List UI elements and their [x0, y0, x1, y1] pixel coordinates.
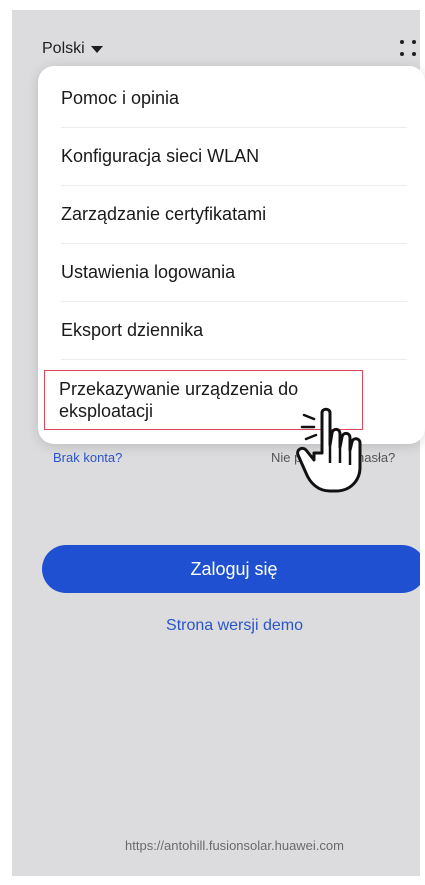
- menu-item-certificate-management[interactable]: Zarządzanie certyfikatami: [61, 186, 407, 244]
- menu-item-label-line2: eksploatacji: [59, 401, 154, 421]
- menu-item-label: Zarządzanie certyfikatami: [61, 204, 267, 224]
- popup-menu: Pomoc i opinia Konfiguracja sieci WLAN Z…: [38, 66, 425, 444]
- login-button[interactable]: Zaloguj się: [42, 545, 420, 593]
- dot: [412, 40, 416, 44]
- menu-item-wlan-config[interactable]: Konfiguracja sieci WLAN: [61, 128, 407, 186]
- menu-item-log-export[interactable]: Eksport dziennika: [61, 302, 407, 360]
- more-menu-icon[interactable]: [400, 40, 420, 62]
- dot: [400, 40, 404, 44]
- menu-item-login-settings[interactable]: Ustawienia logowania: [61, 244, 407, 302]
- menu-item-label: Eksport dziennika: [61, 320, 204, 340]
- menu-item-label: Pomoc i opinia: [61, 88, 180, 108]
- dot: [412, 52, 416, 56]
- menu-item-label-line1: Przekazywanie urządzenia do: [59, 379, 299, 399]
- demo-link[interactable]: Strona wersji demo: [12, 617, 420, 635]
- language-label: Polski: [42, 40, 85, 57]
- server-url: https://antohill.fusionsolar.huawei.com: [125, 838, 344, 853]
- menu-item-label: Ustawienia logowania: [61, 262, 236, 282]
- menu-item-help-feedback[interactable]: Pomoc i opinia: [61, 70, 407, 128]
- caret-down-icon: [90, 45, 103, 53]
- menu-item-label: Konfiguracja sieci WLAN: [61, 146, 260, 166]
- language-selector[interactable]: Polski: [42, 40, 103, 58]
- no-account-link[interactable]: Brak konta?: [53, 450, 122, 465]
- dot: [400, 52, 404, 56]
- pointing-hand-icon: [296, 407, 362, 493]
